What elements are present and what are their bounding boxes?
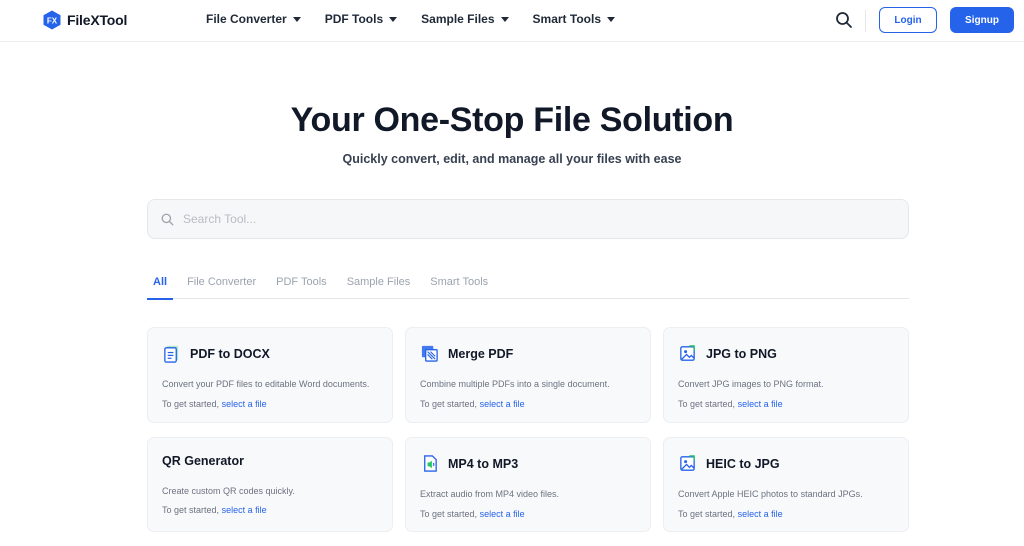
card-description: Create custom QR codes quickly. xyxy=(162,486,295,496)
nav-label: PDF Tools xyxy=(324,12,384,26)
card-cta: To get started, select a file xyxy=(678,509,783,519)
card-title: PDF to DOCX xyxy=(190,346,270,361)
nav-pdf-tools[interactable]: PDF Tools xyxy=(324,12,398,26)
tool-card-qr-generator[interactable]: QR Generator Create custom QR codes quic… xyxy=(147,437,393,532)
card-title: HEIC to JPG xyxy=(706,456,780,471)
card-cta: To get started, select a file xyxy=(420,509,525,519)
tool-card-merge-pdf[interactable]: Merge PDF Combine multiple PDFs into a s… xyxy=(405,327,651,423)
card-title: QR Generator xyxy=(162,454,244,468)
select-file-link[interactable]: select a file xyxy=(480,509,525,519)
select-file-link[interactable]: select a file xyxy=(738,509,783,519)
nav-smart-tools[interactable]: Smart Tools xyxy=(533,12,615,26)
cta-text: To get started, xyxy=(678,509,736,519)
signup-button[interactable]: Signup xyxy=(950,7,1014,33)
cta-text: To get started, xyxy=(678,399,736,409)
search-input[interactable] xyxy=(183,212,863,226)
category-tabs: All File Converter PDF Tools Sample File… xyxy=(147,276,909,300)
chevron-down-icon xyxy=(607,17,615,22)
merge-pdf-icon xyxy=(421,345,438,362)
tool-card-mp4-to-mp3[interactable]: MP4 to MP3 Extract audio from MP4 video … xyxy=(405,437,651,532)
card-description: Extract audio from MP4 video files. xyxy=(420,489,560,499)
chevron-down-icon xyxy=(292,17,301,22)
docx-file-icon xyxy=(164,345,179,363)
header-divider xyxy=(865,10,866,32)
tool-card-pdf-to-docx[interactable]: PDF to DOCX Convert your PDF files to ed… xyxy=(147,327,393,423)
chevron-down-icon xyxy=(500,17,509,22)
card-title: MP4 to MP3 xyxy=(448,456,519,471)
select-file-link[interactable]: select a file xyxy=(222,505,267,515)
tab-smart-tools[interactable]: Smart Tools xyxy=(424,276,488,299)
select-file-link[interactable]: select a file xyxy=(480,399,525,409)
card-description: Convert your PDF files to editable Word … xyxy=(162,379,370,389)
nav-label: Smart Tools xyxy=(532,12,601,26)
nav-sample-files[interactable]: Sample Files xyxy=(421,12,509,26)
select-file-link[interactable]: select a file xyxy=(738,399,783,409)
brand-name: FileXTool xyxy=(67,12,128,28)
cta-text: To get started, xyxy=(420,399,478,409)
tab-pdf-tools[interactable]: PDF Tools xyxy=(270,276,327,299)
audio-file-icon xyxy=(424,455,437,472)
tool-card-heic-to-jpg[interactable]: HEIC to JPG Convert Apple HEIC photos to… xyxy=(663,437,909,532)
login-button[interactable]: Login xyxy=(879,7,937,33)
cta-text: To get started, xyxy=(162,399,220,409)
tab-sample-files[interactable]: Sample Files xyxy=(341,276,411,299)
nav-label: File Converter xyxy=(206,12,287,26)
search-icon xyxy=(161,213,174,225)
search-icon[interactable] xyxy=(834,10,854,30)
card-description: Combine multiple PDFs into a single docu… xyxy=(420,379,610,389)
brand-logo[interactable]: FX FileXTool xyxy=(42,10,127,30)
cta-text: To get started, xyxy=(420,509,478,519)
card-cta: To get started, select a file xyxy=(162,399,267,409)
card-description: Convert Apple HEIC photos to standard JP… xyxy=(678,489,863,499)
svg-text:FX: FX xyxy=(47,16,58,25)
card-description: Convert JPG images to PNG format. xyxy=(678,379,824,389)
select-file-link[interactable]: select a file xyxy=(222,399,267,409)
page-title: Your One-Stop File Solution xyxy=(290,101,734,139)
image-convert-icon xyxy=(680,345,695,361)
cta-text: To get started, xyxy=(162,505,220,515)
tool-card-jpg-to-png[interactable]: JPG to PNG Convert JPG images to PNG for… xyxy=(663,327,909,423)
tab-file-converter[interactable]: File Converter xyxy=(181,276,256,299)
page-subtitle: Quickly convert, edit, and manage all yo… xyxy=(342,152,682,166)
card-title: JPG to PNG xyxy=(706,346,777,361)
card-cta: To get started, select a file xyxy=(678,399,783,409)
nav-file-converter[interactable]: File Converter xyxy=(206,12,301,26)
tab-all[interactable]: All xyxy=(147,276,174,300)
chevron-down-icon xyxy=(389,17,398,22)
image-convert-icon xyxy=(680,455,695,471)
main-nav: File Converter PDF Tools Sample Files Sm… xyxy=(206,12,615,26)
card-cta: To get started, select a file xyxy=(162,505,267,515)
top-navbar: FX FileXTool File Converter PDF Tools Sa… xyxy=(0,0,1024,42)
nav-label: Sample Files xyxy=(421,12,495,26)
fx-logo-icon: FX xyxy=(43,10,61,30)
card-cta: To get started, select a file xyxy=(420,399,525,409)
tool-search-bar[interactable] xyxy=(147,199,909,239)
card-title: Merge PDF xyxy=(448,346,514,361)
